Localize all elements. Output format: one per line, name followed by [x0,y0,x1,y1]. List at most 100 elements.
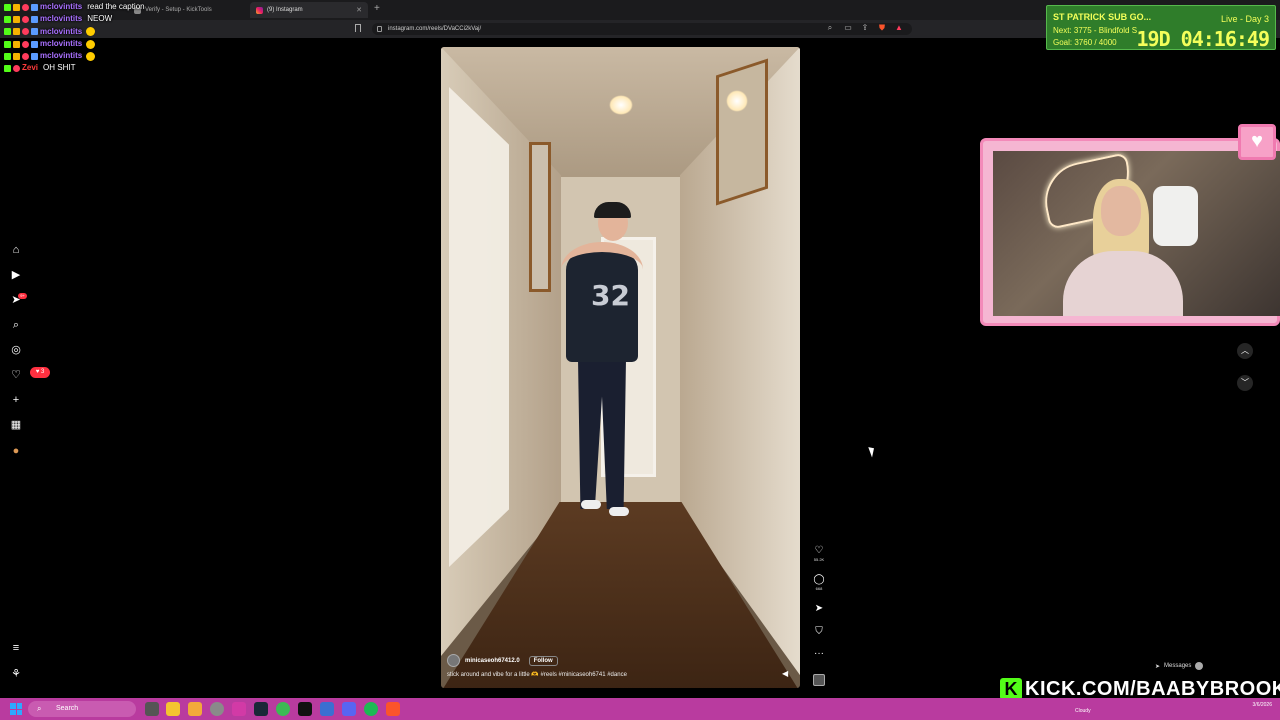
goal-timer: 19D 04:16:49 [1136,27,1270,51]
crown-badge-icon [13,40,20,48]
explore-icon[interactable]: ◎ [10,344,22,356]
folder-icon[interactable] [188,702,202,716]
url-text: instagram.com/reels/DVaCCi2kVaj/ [388,26,482,32]
notification-count: 3 [40,369,45,375]
tab-title: (9) Instagram [267,7,303,13]
heart-icon: ♥ [1238,124,1276,160]
author-row: minicaseoh67412.0 Follow [447,654,787,667]
cast-icon[interactable]: ▭ [844,24,852,32]
tab-title: Verify - Setup - KickTools [145,7,212,13]
screen: Verify - Setup - KickTools (9) Instagram… [0,0,1280,720]
audio-thumbnail[interactable] [813,674,825,686]
mouse-cursor [868,445,877,458]
author-avatar[interactable] [447,654,460,667]
emote-icon [86,39,96,49]
weather-label[interactable]: Cloudy [1075,708,1091,714]
app-icon[interactable] [232,702,246,716]
brave-shield-icon[interactable]: ⛊ [878,24,886,32]
video-ceiling-light [609,95,633,115]
chat-username: mclovintits [40,2,83,11]
crown-badge-icon [13,28,20,36]
goal-progress: Goal: 3760 / 4000 [1053,38,1117,47]
home-icon[interactable]: ⌂ [10,244,22,256]
next-reel-button[interactable]: ﹀ [1237,375,1253,391]
notifications-icon[interactable]: ♡ [10,369,22,381]
taskbar-date[interactable]: 3/6/2026 [1253,701,1272,709]
follow-button[interactable]: Follow [528,655,558,666]
discord-icon[interactable] [342,702,356,716]
author-username[interactable]: minicaseoh67412.0 [465,658,520,664]
video-person-arms [561,242,643,297]
crown-badge-icon [13,52,20,60]
kick-badge-icon [4,15,11,23]
steam-icon[interactable] [254,702,268,716]
video-person-cap [594,202,631,218]
chat-username: mclovintits [40,26,83,36]
new-tab-icon[interactable]: + [374,3,380,14]
goal-next: Next: 3775 - Blindfold S [1053,26,1138,35]
profile-avatar[interactable]: ● [10,445,22,457]
chat-message: mclovintits [4,38,145,50]
chat-message: mclovintits NEOW [4,13,145,25]
messages-send-icon: ➤ [1155,663,1161,670]
heart-badge-icon [22,15,29,23]
emote-icon [86,51,96,61]
chat-message: mclovintits [4,26,145,38]
reels-icon[interactable]: ▶ [10,269,22,281]
taskbar-search[interactable]: ⌕ Search [28,701,136,717]
comment-count: 668 [815,586,823,591]
obs-icon[interactable] [210,702,224,716]
reel-info: minicaseoh67412.0 Follow stick around an… [447,654,787,678]
more-button[interactable]: ··· [812,648,826,659]
bookmark-icon: ⛉ [815,626,823,637]
site-info-icon[interactable] [377,26,382,32]
zoom-icon[interactable]: ⌕ [826,24,834,32]
crown-badge-icon [13,15,20,23]
sword-badge-icon [31,52,38,60]
chat-username: mclovintits [40,51,83,61]
previous-reel-button[interactable]: ︿ [1237,343,1253,359]
create-icon[interactable]: + [10,394,22,406]
messages-pill[interactable]: ➤ Messages [1155,662,1204,670]
comment-button[interactable]: ◯ 668 [812,574,826,591]
save-button[interactable]: ⛉ [812,626,826,637]
kick-badge-icon [4,40,11,48]
brave-icon[interactable] [386,702,400,716]
kick-badge-icon [4,65,11,73]
spotify-icon[interactable] [364,702,378,716]
sub-goal-widget: ST PATRICK SUB GO... Live - Day 3 Next: … [1046,5,1276,51]
tiktok-icon[interactable] [298,702,312,716]
xbox-icon[interactable] [276,702,290,716]
menu-icon[interactable]: ≡ [10,642,22,654]
like-button[interactable]: ♡ 55.2K [812,545,826,562]
close-tab-icon[interactable]: ✕ [356,6,362,14]
tab-instagram[interactable]: (9) Instagram ✕ [250,2,368,18]
video-mirror-left [529,142,551,292]
tab-kicktools[interactable]: Verify - Setup - KickTools [128,2,248,18]
share-icon[interactable]: ⇪ [861,24,869,32]
heart-badge-icon [22,40,29,48]
reel-video[interactable]: 32 [441,47,800,688]
chat-username: Zevi [22,63,39,73]
task-view-icon[interactable] [145,702,159,716]
emote-icon [86,27,96,37]
kick-badge-icon [4,28,11,36]
windows-start-icon[interactable] [10,703,22,715]
stream-chat-overlay: mclovintits read the caption mclovintits… [4,1,145,75]
reel-caption[interactable]: stick around and vibe for a little 🫶 #re… [447,671,787,678]
bookmark-icon[interactable] [355,24,361,32]
webcam-feed [993,151,1280,316]
chat-text: NEOW [87,14,113,24]
app-icon[interactable] [320,702,334,716]
messages-badge: 9+ [18,293,27,299]
rewards-icon[interactable]: ▲ [895,24,903,32]
video-mirror-right [716,58,768,206]
chat-username: mclovintits [40,14,83,24]
dashboard-icon[interactable]: ▦ [10,419,22,431]
search-icon[interactable]: ⌕ [10,319,22,331]
webcam-face [1101,186,1141,236]
goal-title: ST PATRICK SUB GO... [1053,12,1152,22]
threads-icon[interactable]: ⚘ [10,668,22,680]
share-button[interactable]: ➤ [812,603,826,614]
file-explorer-icon[interactable] [166,702,180,716]
